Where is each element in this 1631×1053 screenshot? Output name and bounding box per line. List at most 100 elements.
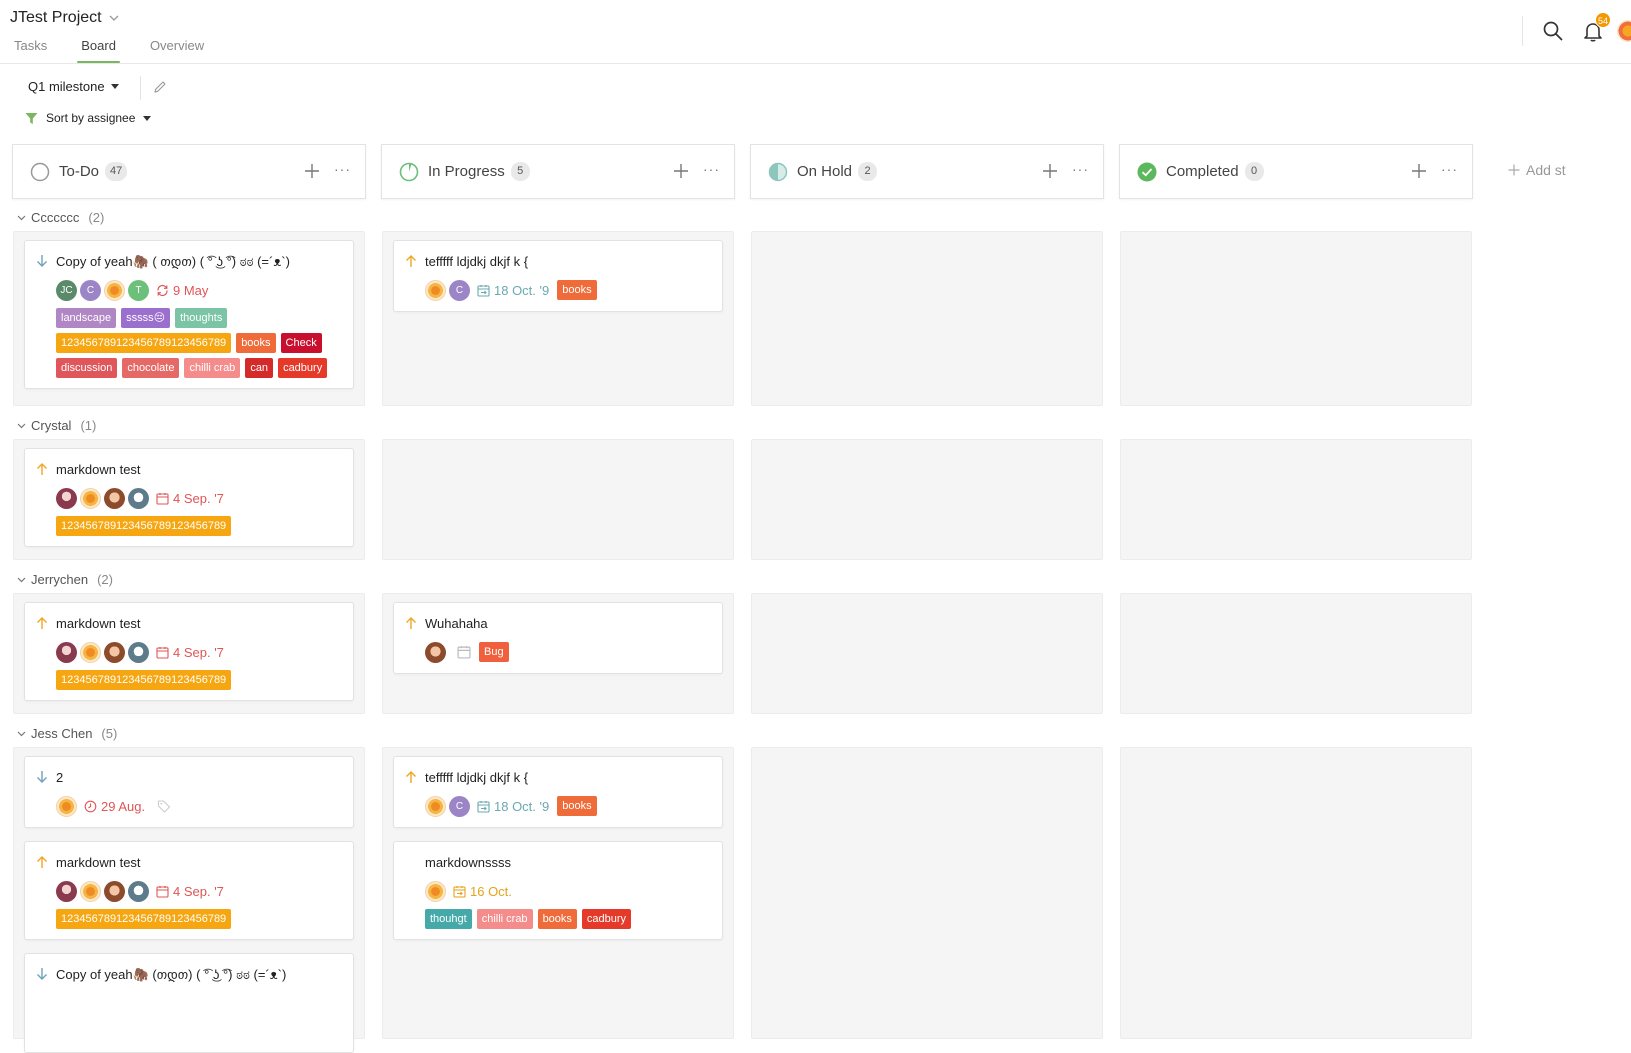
board-cell: markdown test 4 Sep. '7 1234567891234567… <box>13 593 365 714</box>
chevron-down-icon <box>17 577 26 583</box>
swimlane-header-jess-chen[interactable]: Jess Chen (5) <box>17 726 117 741</box>
due-date-text: 4 Sep. '7 <box>173 490 224 506</box>
task-card[interactable]: markdown test 4 Sep. '7 1234567891234567… <box>24 602 354 701</box>
tag[interactable]: books <box>537 909 577 929</box>
tag-icon[interactable] <box>157 799 171 813</box>
tag[interactable]: 123456789123456789123456789 <box>56 516 232 536</box>
tag[interactable]: Bug <box>479 642 509 662</box>
tag[interactable]: thoughts <box>175 308 228 328</box>
task-tags: landscape sssss😔 thoughts 12345678912345… <box>56 308 343 378</box>
assignee-avatar <box>104 641 125 663</box>
due-date: 9 May <box>156 283 208 298</box>
assignee-avatar <box>104 487 125 509</box>
search-icon[interactable] <box>1541 19 1565 43</box>
column-name: To-Do <box>59 163 100 180</box>
tag[interactable]: chilli crab <box>476 909 533 929</box>
arrow-down-icon <box>37 255 47 267</box>
assignee-avatar <box>80 487 101 509</box>
clock-icon <box>84 800 97 812</box>
tag[interactable]: discussion <box>56 358 118 378</box>
task-card[interactable]: Copy of yeah🦣 (თდთ) ( ͡° ͜ʖ ͡°) ಠಠ (=´ᴥ`… <box>24 953 354 1053</box>
due-date: 4 Sep. '7 <box>156 491 224 506</box>
assignee-avatar <box>56 880 77 902</box>
swimlane-header-ccccccc[interactable]: Ccccccc (2) <box>17 210 104 225</box>
assignee-avatar <box>425 880 446 902</box>
tag[interactable]: books <box>557 796 597 816</box>
task-card[interactable]: tefffff ldjdkj dkjf k { C 18 Oct. '9 boo… <box>393 240 723 312</box>
in-progress-status-icon <box>399 162 419 181</box>
tag[interactable]: landscape <box>56 308 117 328</box>
sort-dropdown[interactable]: Sort by assignee <box>25 111 152 125</box>
due-date-text: 16 Oct. <box>470 883 512 899</box>
repeat-icon <box>157 284 168 296</box>
due-date-text: 18 Oct. '9 <box>494 798 550 814</box>
tag[interactable]: sssss😔 <box>121 308 171 328</box>
add-status-button[interactable]: Add st <box>1508 162 1566 178</box>
swimlane-header-jerrychen[interactable]: Jerrychen (2) <box>17 572 113 587</box>
tag[interactable]: can <box>245 358 274 378</box>
task-meta: Bug <box>425 641 712 663</box>
tag[interactable]: chilli crab <box>184 358 241 378</box>
notifications-button[interactable]: 54 <box>1581 12 1611 43</box>
assignee-avatar: C <box>449 795 470 817</box>
tag[interactable]: thouhgt <box>425 909 472 929</box>
arrow-up-icon <box>406 255 416 267</box>
tag[interactable]: 123456789123456789123456789 <box>56 333 232 353</box>
assignee-avatar <box>128 641 149 663</box>
task-card[interactable]: markdownssss 16 Oct. thouhgt chilli crab… <box>393 841 723 940</box>
board-cell <box>751 593 1103 714</box>
swimlane-header-crystal[interactable]: Crystal (1) <box>17 418 96 433</box>
assignee-avatar <box>104 880 125 902</box>
column-more-menu[interactable]: ··· <box>334 161 351 177</box>
column-header-on-hold: On Hold 2 ··· <box>750 144 1104 199</box>
add-task-icon[interactable] <box>672 162 690 180</box>
current-user-avatar[interactable] <box>1617 20 1631 42</box>
tag[interactable]: chocolate <box>122 358 180 378</box>
task-card[interactable]: Wuhahaha Bug <box>393 602 723 674</box>
column-more-menu[interactable]: ··· <box>1441 161 1458 177</box>
swimlane-count: (2) <box>97 572 113 587</box>
tab-board[interactable]: Board <box>77 38 120 63</box>
header-divider <box>1522 16 1523 46</box>
calendar-icon[interactable] <box>457 645 471 659</box>
task-title: tefffff ldjdkj dkjf k { <box>425 254 529 269</box>
due-date-text: 4 Sep. '7 <box>173 644 224 660</box>
column-more-menu[interactable]: ··· <box>703 161 720 177</box>
calendar-range-icon <box>477 284 490 297</box>
caret-down-icon <box>143 115 152 121</box>
tab-tasks[interactable]: Tasks <box>14 38 47 63</box>
task-title: Copy of yeah🦣 ( თდთ) ( ͡° ͜ʖ ͡°) ಠಠ (=´ᴥ… <box>56 254 290 269</box>
project-title[interactable]: JTest Project <box>10 9 120 27</box>
column-count: 47 <box>105 162 128 181</box>
tag[interactable]: cadbury <box>278 358 328 378</box>
pencil-icon[interactable] <box>152 79 168 95</box>
due-date-text: 29 Aug. <box>101 798 146 814</box>
calendar-range-icon <box>477 800 490 813</box>
board-cell <box>382 439 734 560</box>
task-card[interactable]: tefffff ldjdkj dkjf k { C 18 Oct. '9 boo… <box>393 756 723 828</box>
add-task-icon[interactable] <box>1041 162 1059 180</box>
milestone-dropdown[interactable]: Q1 milestone <box>28 79 119 94</box>
project-tabs: Tasks Board Overview <box>14 38 238 63</box>
task-card[interactable]: markdown test 4 Sep. '7 1234567891234567… <box>24 841 354 940</box>
swimlane-name: Jess Chen <box>31 726 93 741</box>
task-card[interactable]: Copy of yeah🦣 ( თდთ) ( ͡° ͜ʖ ͡°) ಠಠ (=´ᴥ… <box>24 240 354 389</box>
assignee-avatar: C <box>449 279 470 301</box>
add-task-icon[interactable] <box>303 162 321 180</box>
task-card[interactable]: markdown test 4 Sep. '7 1234567891234567… <box>24 448 354 547</box>
tag[interactable]: 123456789123456789123456789 <box>56 670 232 690</box>
tag[interactable]: Check <box>280 333 322 353</box>
tag[interactable]: books <box>236 333 276 353</box>
tag[interactable]: cadbury <box>581 909 632 929</box>
task-title: markdownssss <box>425 855 511 870</box>
caret-down-icon <box>110 84 119 89</box>
on-hold-status-icon <box>768 162 788 181</box>
add-task-icon[interactable] <box>1410 162 1428 180</box>
task-title: 2 <box>56 770 64 785</box>
tag[interactable]: 123456789123456789123456789 <box>56 909 232 929</box>
assignee-avatar <box>56 487 77 509</box>
column-more-menu[interactable]: ··· <box>1072 161 1089 177</box>
tag[interactable]: books <box>557 280 597 300</box>
task-card[interactable]: 2 29 Aug. <box>24 756 354 828</box>
tab-overview[interactable]: Overview <box>150 38 204 63</box>
